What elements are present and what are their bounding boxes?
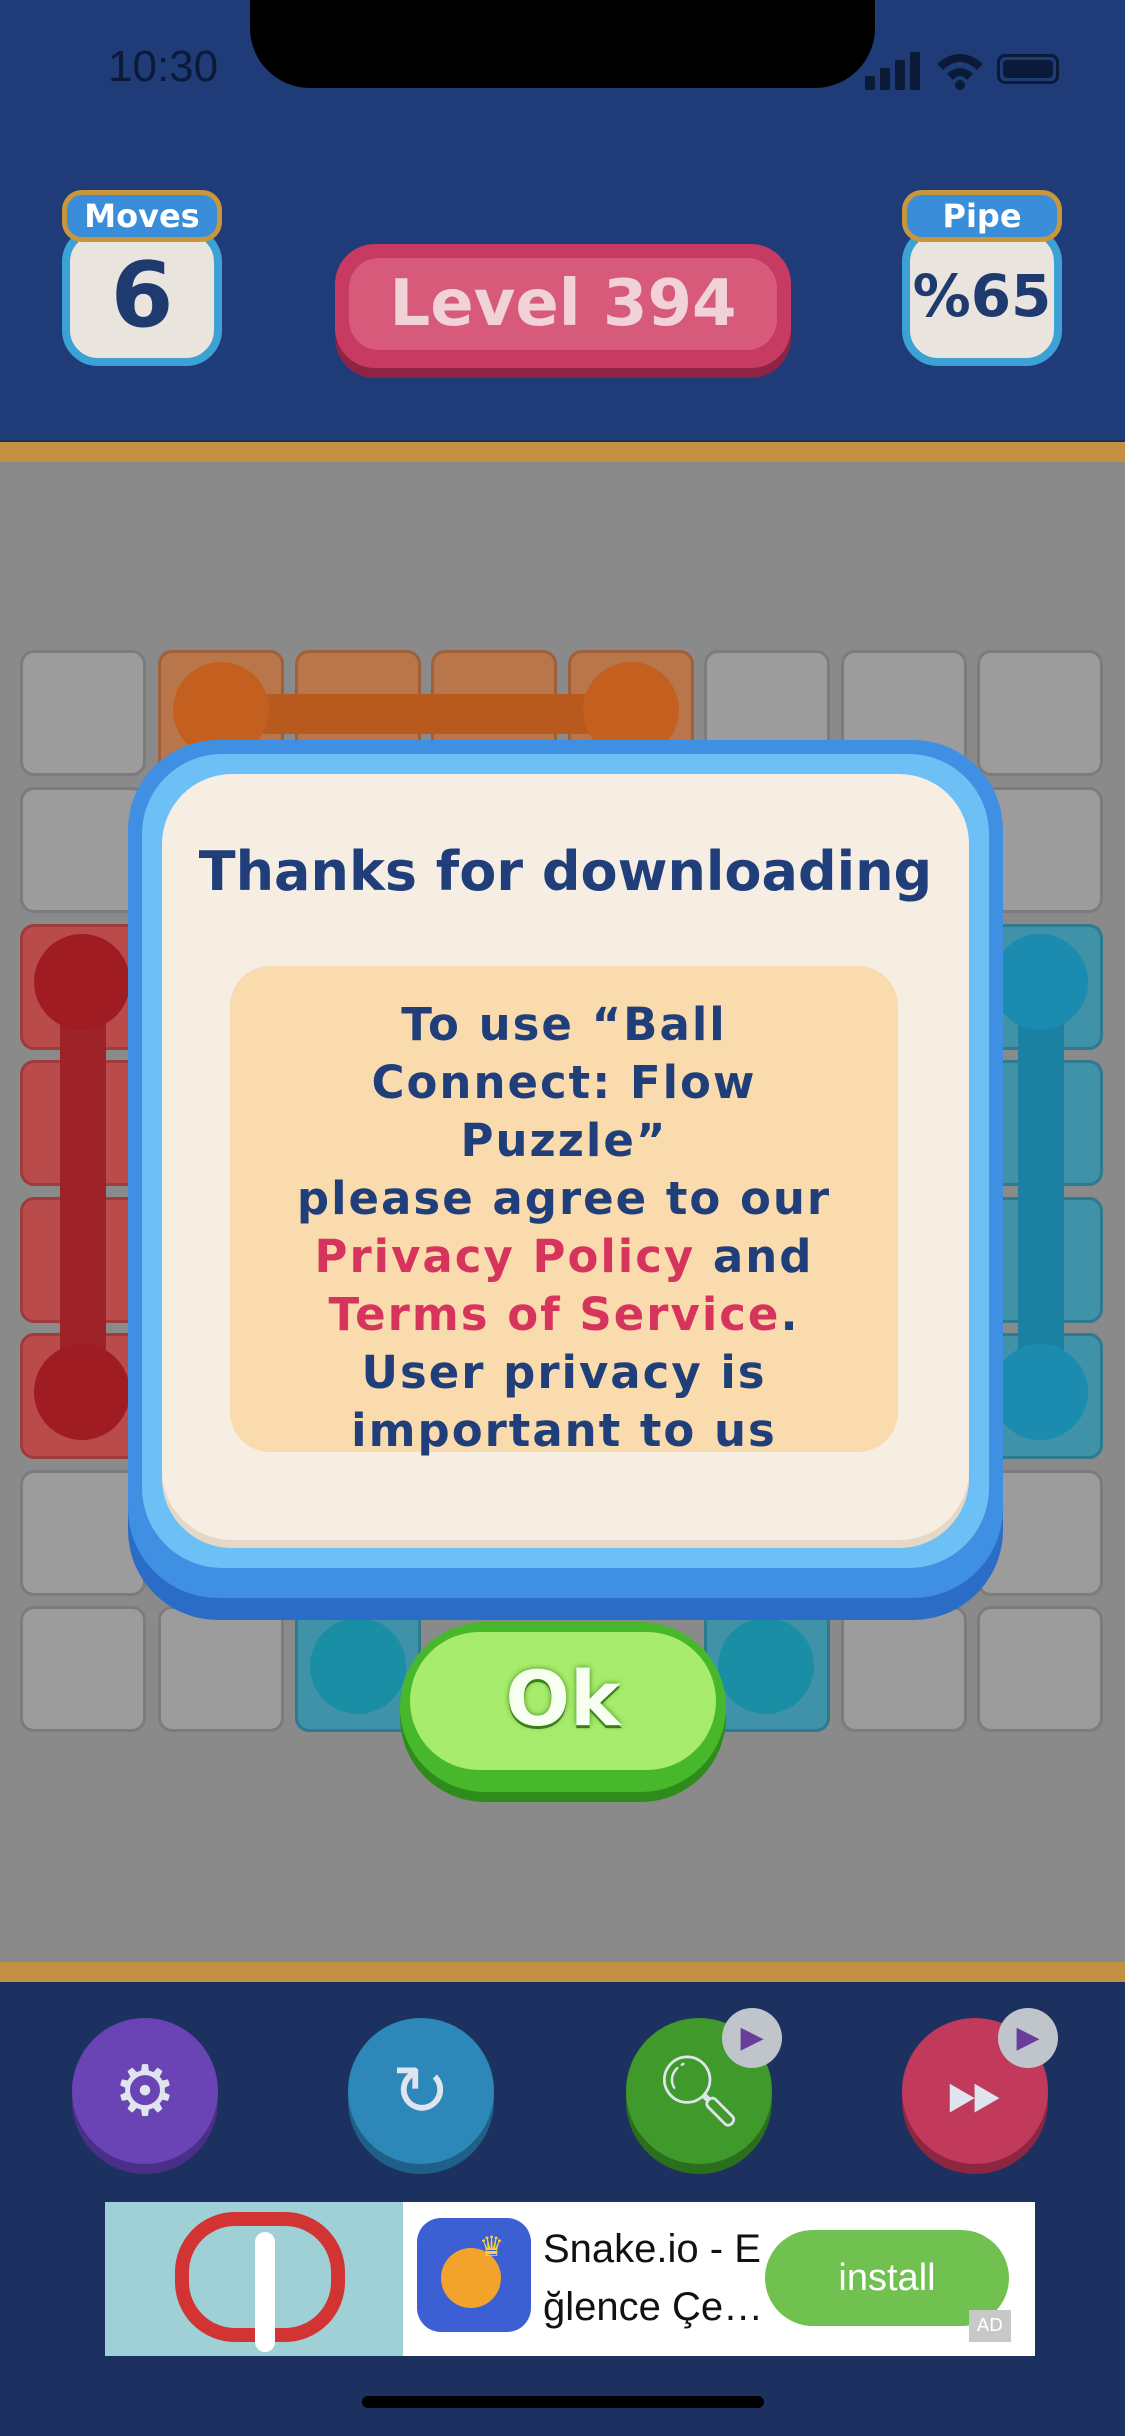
ad-title-line: ğlence Çe… [543, 2285, 764, 2329]
battery-icon [997, 54, 1059, 84]
status-time: 10:30 [108, 42, 219, 91]
settings-button[interactable]: ⚙ [72, 2018, 218, 2174]
skip-button[interactable]: ⏩︎ ▶ [902, 2008, 1058, 2174]
teal-ball[interactable] [310, 1618, 406, 1714]
app-frame: 10:30 6 Moves Level 394 %65 Pipe Thanks … [0, 0, 1125, 2436]
board-cell[interactable] [977, 650, 1103, 776]
home-indicator[interactable] [362, 2396, 764, 2408]
privacy-dialog: Thanks for downloading To use “Ball Conn… [128, 740, 1003, 1598]
ad-title[interactable]: Snake.io - E ğlence Çe… [543, 2220, 773, 2336]
video-clapper-icon: ▶ [722, 2008, 782, 2068]
ad-game-screenshot[interactable] [105, 2202, 403, 2356]
hint-button[interactable]: 🔍︎ ▶ [626, 2008, 782, 2174]
header-divider [0, 442, 1125, 462]
ok-label: Ok [410, 1632, 716, 1770]
blue-ball[interactable] [992, 934, 1088, 1030]
message-line: Terms of Service. [260, 1286, 868, 1344]
period-text: . [780, 1288, 800, 1341]
blue-ball[interactable] [992, 1344, 1088, 1440]
ad-banner[interactable]: ♛ Snake.io - E ğlence Çe… install AD [105, 2202, 1035, 2356]
terms-of-service-link[interactable]: Terms of Service [328, 1288, 780, 1341]
message-line: To use “Ball [401, 998, 727, 1051]
message-line: Privacy Policy and [260, 1228, 868, 1286]
board-divider [0, 1962, 1125, 1982]
video-clapper-icon: ▶ [998, 2008, 1058, 2068]
message-line: important to us [351, 1404, 777, 1457]
status-icons [865, 50, 1065, 90]
board-cell[interactable] [977, 1606, 1103, 1732]
message-line: Connect: Flow Puzzle” [371, 1056, 757, 1167]
message-box: To use “Ball Connect: Flow Puzzle” pleas… [230, 966, 898, 1457]
board-cell[interactable] [20, 650, 146, 776]
message-line: User privacy is [361, 1346, 767, 1399]
privacy-policy-link[interactable]: Privacy Policy [314, 1230, 695, 1283]
restart-icon: ↻ [391, 2050, 451, 2132]
restart-button[interactable]: ↻ [348, 2018, 494, 2174]
moves-label: Moves [62, 190, 222, 242]
ad-tag[interactable]: AD [968, 2310, 1011, 2342]
teal-ball[interactable] [718, 1618, 814, 1714]
wifi-icon [935, 50, 985, 90]
red-ball[interactable] [34, 934, 130, 1030]
signal-icon [865, 50, 925, 90]
ad-title-line: Snake.io - E [543, 2227, 761, 2271]
crown-icon: ♛ [479, 2230, 505, 2263]
level-label: Level 394 [349, 258, 777, 350]
board-cell[interactable] [20, 1606, 146, 1732]
and-text: and [712, 1230, 814, 1283]
message-line: please agree to our [296, 1172, 832, 1225]
pipe-badge: %65 Pipe [902, 190, 1062, 368]
blue-pipe [1018, 982, 1064, 1382]
pipe-value: %65 [902, 226, 1062, 366]
dialog-title: Thanks for downloading [198, 840, 933, 903]
red-ball[interactable] [34, 1344, 130, 1440]
pipe-label: Pipe [902, 190, 1062, 242]
board-cell[interactable] [158, 1606, 284, 1732]
level-pill: Level 394 [335, 244, 791, 368]
red-pipe [60, 982, 106, 1382]
ok-button[interactable]: Ok [400, 1622, 726, 1792]
orange-pipe [220, 694, 630, 734]
notch [250, 0, 875, 88]
ad-app-icon[interactable]: ♛ [417, 2218, 531, 2332]
board-cell[interactable] [841, 1606, 967, 1732]
moves-value: 6 [62, 226, 222, 366]
dialog-message: To use “Ball Connect: Flow Puzzle” pleas… [260, 996, 868, 1457]
moves-badge: 6 Moves [62, 190, 222, 368]
ad-worm-graphic [255, 2232, 275, 2352]
gear-icon: ⚙ [113, 2050, 177, 2132]
